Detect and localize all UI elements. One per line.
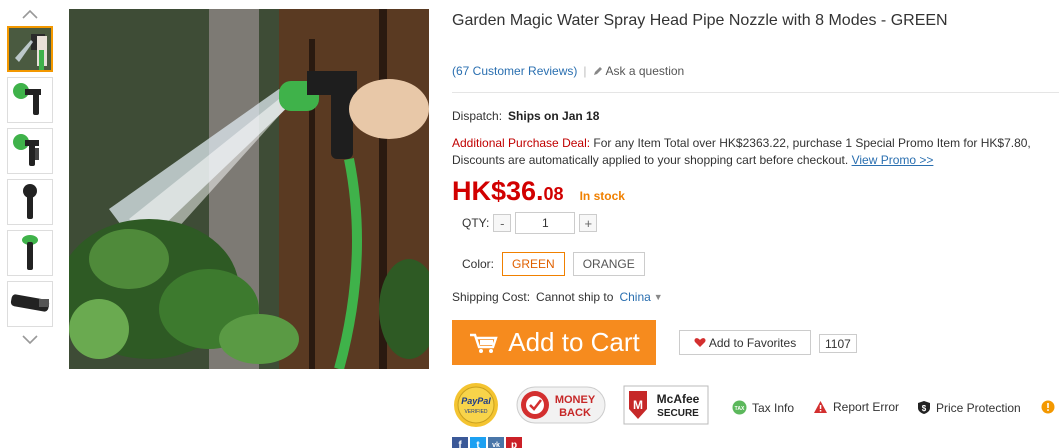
secure-text: SECURE — [657, 408, 699, 419]
tax-info-label: Tax Info — [752, 400, 795, 415]
facebook-icon[interactable]: f — [452, 437, 468, 448]
qty-label: QTY: — [462, 216, 490, 230]
product-title: Garden Magic Water Spray Head Pipe Nozzl… — [452, 12, 948, 29]
paypal-seal-icon: PayPal VERIFIED — [454, 383, 498, 427]
cart-icon — [470, 333, 498, 353]
nozzle-thumbnail — [13, 83, 41, 115]
mcafee-shield-icon: M McAfee SECURE — [623, 385, 709, 425]
add-to-favorites-button[interactable]: Add to Favorites — [679, 330, 811, 355]
quantity-input[interactable] — [515, 212, 576, 234]
mcafee-text: McAfee — [657, 392, 700, 406]
thumbnail-1[interactable] — [7, 26, 53, 72]
thumbnail-5[interactable] — [7, 230, 53, 276]
price-protection-link[interactable]: $ Price Protection — [917, 400, 1021, 415]
chevron-down-icon — [22, 335, 38, 345]
money-back-seal-icon: MONEY BACK — [516, 386, 606, 424]
price-cents: 08 — [543, 184, 564, 204]
tax-icon-text: TAX — [735, 406, 745, 412]
mcafee-secure-badge: M McAfee SECURE — [623, 385, 709, 425]
heart-icon — [694, 338, 706, 347]
add-to-cart-label: Add to Cart — [508, 327, 640, 357]
back-text: BACK — [559, 407, 591, 419]
thumbnail-3[interactable] — [7, 128, 53, 174]
money-text: MONEY — [555, 394, 596, 406]
deal-label: Additional Purchase Deal: — [452, 136, 591, 150]
thumbnail-4[interactable] — [7, 179, 53, 225]
hose-sprayer-photo — [69, 9, 429, 369]
dispatch-value: Ships on Jan 18 — [508, 109, 600, 123]
divider — [452, 92, 1059, 93]
price-main: HK$36. — [452, 176, 544, 206]
thumbnail-rail — [6, 6, 54, 348]
favorites-count: 1107 — [819, 334, 857, 353]
pencil-icon — [593, 67, 602, 75]
thumbnail-down-arrow[interactable] — [6, 332, 54, 348]
shipping-row: Shipping Cost: Cannot ship to China ▼ — [452, 290, 663, 304]
shipping-value: Cannot ship to — [536, 290, 614, 304]
price-protection-label: Price Protection — [936, 400, 1021, 415]
tax-info-link[interactable]: TAX Tax Info — [732, 400, 794, 415]
shipping-country-select[interactable]: China — [619, 290, 650, 304]
pinterest-icon[interactable]: p — [506, 437, 522, 448]
dispatch-label: Dispatch: — [452, 109, 503, 123]
paypal-verified-text: VERIFIED — [464, 409, 487, 415]
view-promo-link[interactable]: View Promo >> — [852, 153, 934, 167]
price-row: HK$36. 08 In stock — [452, 176, 625, 207]
ask-question-label: Ask a question — [605, 64, 685, 78]
customer-reviews-link[interactable]: (67 Customer Reviews) — [452, 64, 577, 78]
twitter-icon[interactable]: t — [470, 437, 486, 448]
paypal-text: PayPal — [461, 396, 491, 406]
dispatch-row: Dispatch: Ships on Jan 18 — [452, 109, 599, 123]
thumbnail-2[interactable] — [7, 77, 53, 123]
shipping-label: Shipping Cost: — [452, 290, 531, 304]
caret-down-icon[interactable]: ▼ — [654, 292, 663, 302]
nozzle-thumbnail — [22, 235, 38, 270]
ask-question-link[interactable]: Ask a question — [593, 64, 685, 78]
info-icon-button[interactable] — [1041, 400, 1055, 414]
add-to-favorites-label: Add to Favorites — [708, 335, 797, 350]
warning-icon — [814, 401, 827, 413]
vk-icon[interactable]: vk — [488, 437, 504, 448]
color-label: Color: — [462, 257, 495, 271]
add-to-cart-button[interactable]: Add to Cart — [452, 320, 656, 365]
info-icon — [1041, 400, 1055, 414]
main-product-image[interactable] — [69, 9, 429, 369]
color-row: Color: GREEN ORANGE — [462, 252, 645, 276]
price-protection-icon-text: $ — [922, 404, 927, 413]
report-error-label: Report Error — [833, 400, 900, 414]
reviews-separator: | — [583, 64, 587, 78]
thumbnail-up-arrow[interactable] — [6, 6, 54, 22]
money-back-badge: MONEY BACK — [515, 385, 607, 425]
paypal-verified-badge: PayPal VERIFIED — [453, 382, 499, 428]
nozzle-thumbnail — [13, 134, 39, 166]
chevron-up-icon — [22, 9, 38, 19]
hose-thumbnail — [10, 294, 50, 312]
hose-sprayer-thumbnail — [9, 28, 51, 70]
report-error-link[interactable]: Report Error — [813, 400, 899, 414]
thumbnail-6[interactable] — [7, 281, 53, 327]
trust-badges: PayPal VERIFIED MONEY BACK M McAfee SECU… — [452, 382, 709, 428]
color-option-green[interactable]: GREEN — [502, 252, 565, 276]
social-share: f t vk p — [452, 437, 522, 448]
tax-icon: TAX — [732, 400, 747, 415]
qty-minus-button[interactable]: - — [493, 214, 512, 232]
color-option-orange[interactable]: ORANGE — [572, 252, 645, 276]
shield-dollar-icon: $ — [918, 401, 930, 414]
qty-plus-button[interactable]: + — [579, 214, 598, 232]
nozzle-thumbnail — [23, 184, 37, 219]
quantity-row: QTY: - + — [462, 212, 598, 234]
svg-text:M: M — [633, 398, 643, 412]
reviews-row: (67 Customer Reviews) | Ask a question — [452, 64, 684, 78]
purchase-deal: Additional Purchase Deal: For any Item T… — [452, 135, 1052, 169]
stock-status: In stock — [579, 189, 625, 203]
